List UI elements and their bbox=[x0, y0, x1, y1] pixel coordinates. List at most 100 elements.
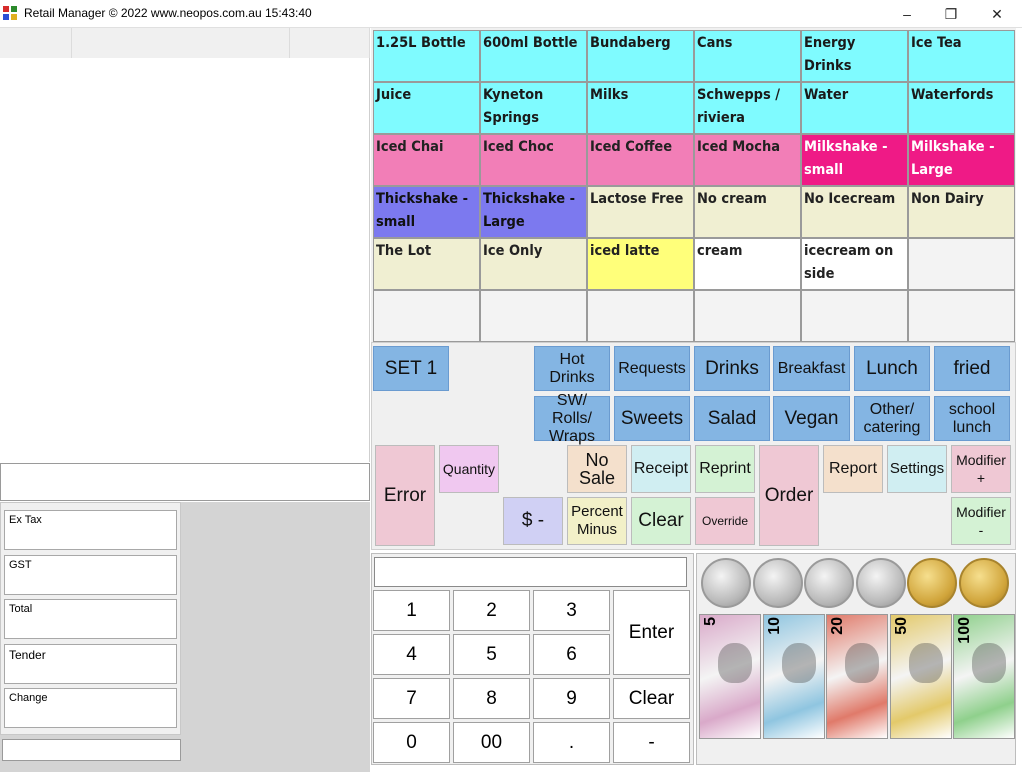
coin-10-button[interactable] bbox=[752, 558, 803, 608]
keypad-clear-key[interactable]: Clear bbox=[613, 678, 690, 719]
product-button[interactable]: icecream on side bbox=[801, 238, 908, 290]
product-button[interactable]: 1.25L Bottle bbox=[373, 30, 480, 82]
key-7[interactable]: 7 bbox=[373, 678, 450, 719]
category-other-catering[interactable]: Other/ catering bbox=[854, 396, 930, 441]
key-9[interactable]: 9 bbox=[533, 678, 610, 719]
amount-input[interactable] bbox=[374, 557, 687, 587]
title-bar: Retail Manager © 2022 www.neopos.com.au … bbox=[0, 0, 1022, 28]
reprint-button[interactable]: Reprint bbox=[695, 445, 755, 493]
category-sw-rolls-wraps[interactable]: SW/ Rolls/ Wraps bbox=[534, 392, 610, 445]
category-drinks[interactable]: Drinks bbox=[694, 346, 770, 391]
category-breakfast[interactable]: Breakfast bbox=[773, 346, 850, 391]
category-sweets[interactable]: Sweets bbox=[614, 396, 690, 441]
key-3[interactable]: 3 bbox=[533, 590, 610, 631]
product-button[interactable]: Thickshake - Large bbox=[480, 186, 587, 238]
product-button[interactable]: Kyneton Springs bbox=[480, 82, 587, 134]
category-hot-drinks[interactable]: Hot Drinks bbox=[534, 346, 610, 391]
product-button[interactable]: Ice Tea bbox=[908, 30, 1015, 82]
total-box: Total bbox=[4, 599, 177, 639]
empty-product-slot[interactable] bbox=[480, 290, 587, 342]
restore-button[interactable]: ❐ bbox=[928, 0, 974, 28]
key-minus[interactable]: - bbox=[613, 722, 690, 763]
product-button[interactable]: Water bbox=[801, 82, 908, 134]
key-8[interactable]: 8 bbox=[453, 678, 530, 719]
override-button[interactable]: Override bbox=[695, 497, 755, 545]
order-button[interactable]: Order bbox=[759, 445, 819, 546]
product-button[interactable]: Iced Coffee bbox=[587, 134, 694, 186]
category-school-lunch[interactable]: school lunch bbox=[934, 396, 1010, 441]
empty-product-slot[interactable] bbox=[694, 290, 801, 342]
note-20-button[interactable]: 20 bbox=[826, 614, 888, 739]
category-salad[interactable]: Salad bbox=[694, 396, 770, 441]
close-button[interactable]: ✕ bbox=[974, 0, 1020, 28]
enter-key[interactable]: Enter bbox=[613, 590, 690, 675]
set-1-button[interactable]: SET 1 bbox=[373, 346, 449, 391]
empty-product-slot[interactable] bbox=[373, 290, 480, 342]
status-field[interactable] bbox=[2, 739, 181, 761]
clear-button[interactable]: Clear bbox=[631, 497, 691, 545]
product-button[interactable]: Cans bbox=[694, 30, 801, 82]
product-button[interactable]: Thickshake - small bbox=[373, 186, 480, 238]
empty-product-slot[interactable] bbox=[908, 290, 1015, 342]
key-6[interactable]: 6 bbox=[533, 634, 610, 675]
empty-product-slot[interactable] bbox=[587, 290, 694, 342]
product-button[interactable]: Milks bbox=[587, 82, 694, 134]
category-requests[interactable]: Requests bbox=[614, 346, 690, 391]
key-1[interactable]: 1 bbox=[373, 590, 450, 631]
order-list[interactable] bbox=[0, 28, 370, 462]
product-button[interactable]: Milkshake - small bbox=[801, 134, 908, 186]
settings-button[interactable]: Settings bbox=[887, 445, 947, 493]
product-button[interactable]: Bundaberg bbox=[587, 30, 694, 82]
product-button[interactable]: Energy Drinks bbox=[801, 30, 908, 82]
coin-20-button[interactable] bbox=[804, 558, 854, 608]
key-decimal[interactable]: . bbox=[533, 722, 610, 763]
no-sale-button[interactable]: No Sale bbox=[567, 445, 627, 493]
key-00[interactable]: 00 bbox=[453, 722, 530, 763]
product-button[interactable]: Ice Only bbox=[480, 238, 587, 290]
product-button[interactable]: Juice bbox=[373, 82, 480, 134]
product-button[interactable]: Milkshake - Large bbox=[908, 134, 1015, 186]
report-button[interactable]: Report bbox=[823, 445, 883, 493]
note-5-button[interactable]: 5 bbox=[699, 614, 761, 739]
quantity-button[interactable]: Quantity bbox=[439, 445, 499, 493]
empty-product-slot[interactable] bbox=[908, 238, 1015, 290]
category-lunch[interactable]: Lunch bbox=[854, 346, 930, 391]
product-button[interactable]: 600ml Bottle bbox=[480, 30, 587, 82]
product-button[interactable]: Non Dairy bbox=[908, 186, 1015, 238]
product-button[interactable]: iced latte bbox=[587, 238, 694, 290]
product-button[interactable]: Schwepps / riviera bbox=[694, 82, 801, 134]
product-button[interactable]: No cream bbox=[694, 186, 801, 238]
coin-dollar-1-button[interactable] bbox=[907, 558, 957, 608]
modifier-plus-button[interactable]: Modifier + bbox=[951, 445, 1011, 493]
product-button[interactable]: Waterfords bbox=[908, 82, 1015, 134]
coin-50-button[interactable] bbox=[855, 558, 906, 608]
key-5[interactable]: 5 bbox=[453, 634, 530, 675]
key-0[interactable]: 0 bbox=[373, 722, 450, 763]
error-button[interactable]: Error bbox=[375, 445, 435, 546]
dollar-minus-button[interactable]: $ - bbox=[503, 497, 563, 545]
product-button[interactable]: Iced Chai bbox=[373, 134, 480, 186]
category-fried[interactable]: fried bbox=[934, 346, 1010, 391]
product-button[interactable]: No Icecream bbox=[801, 186, 908, 238]
product-button[interactable]: Lactose Free bbox=[587, 186, 694, 238]
note-50-button[interactable]: 50 bbox=[889, 614, 952, 739]
product-button[interactable]: Iced Choc bbox=[480, 134, 587, 186]
coin-5-button[interactable] bbox=[701, 558, 751, 608]
coin-dollar-2-button[interactable] bbox=[958, 558, 1009, 608]
modifier-minus-button[interactable]: Modifier - bbox=[951, 497, 1011, 545]
note-10-button[interactable]: 10 bbox=[762, 614, 825, 739]
product-button[interactable]: The Lot bbox=[373, 238, 480, 290]
percent-minus-button[interactable]: Percent Minus bbox=[567, 497, 627, 545]
category-vegan[interactable]: Vegan bbox=[773, 396, 850, 441]
product-button[interactable]: cream bbox=[694, 238, 801, 290]
product-button[interactable]: Iced Mocha bbox=[694, 134, 801, 186]
key-2[interactable]: 2 bbox=[453, 590, 530, 631]
empty-product-slot[interactable] bbox=[801, 290, 908, 342]
note-100-button[interactable]: 100 bbox=[953, 614, 1015, 739]
note-denomination-label: 10 bbox=[765, 617, 783, 635]
order-list-header-col-3 bbox=[290, 28, 370, 58]
key-4[interactable]: 4 bbox=[373, 634, 450, 675]
item-description-field[interactable] bbox=[0, 463, 370, 501]
receipt-button[interactable]: Receipt bbox=[631, 445, 691, 493]
minimize-button[interactable]: – bbox=[884, 0, 930, 28]
